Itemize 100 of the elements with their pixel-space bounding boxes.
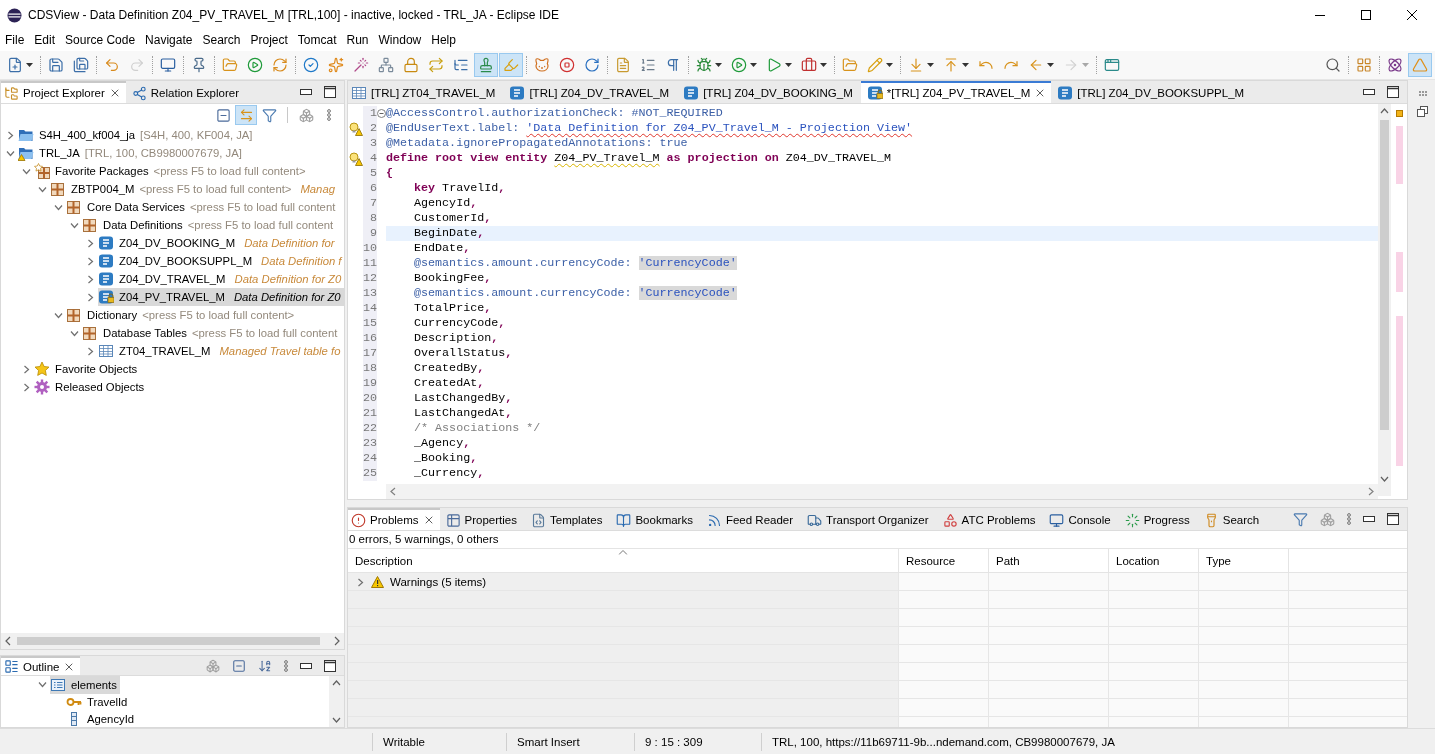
chevron-right-icon[interactable] — [21, 364, 31, 374]
dropdown-caret-icon[interactable] — [785, 63, 792, 67]
maximize-icon[interactable] — [324, 86, 336, 98]
tab[interactable]: Transport Organizer — [801, 508, 937, 530]
minimize-icon[interactable] — [300, 89, 312, 95]
tree-item[interactable]: TravelId — [66, 692, 131, 711]
tab[interactable]: *[TRL] Z04_PV_TRAVEL_M — [860, 81, 1052, 103]
tree-item[interactable]: Core Data Services <press F5 to load full content — [66, 198, 339, 216]
dropdown-caret-icon[interactable] — [715, 63, 722, 67]
tree-item[interactable]: Z04_DV_BOOKING_M Data Definition for — [98, 234, 338, 252]
menu-item[interactable]: Navigate — [140, 30, 198, 51]
tree-item[interactable]: Favorite Objects — [34, 360, 141, 378]
dropdown-caret-icon[interactable] — [886, 63, 893, 67]
dropdown-caret-icon[interactable] — [820, 63, 827, 67]
chevron-right-icon[interactable] — [85, 274, 95, 284]
tab[interactable]: Problems — [348, 508, 440, 530]
chevron-right-icon[interactable] — [85, 292, 95, 302]
menu-item[interactable]: Search — [197, 30, 246, 51]
chevron-right-icon[interactable] — [356, 577, 365, 587]
chevron-right-icon[interactable] — [85, 346, 95, 356]
menu-item[interactable]: Edit — [29, 30, 61, 51]
tree-item[interactable]: Database Tables <press F5 to load full content — [82, 324, 341, 342]
menu-item[interactable]: Tomcat — [292, 30, 342, 51]
tab[interactable]: Project Explorer — [1, 81, 126, 103]
tree-item[interactable]: ZT04_TRAVEL_M Managed Travel table fo — [98, 342, 344, 360]
tree-item[interactable]: Favorite Packages <press F5 to load full content> — [34, 162, 309, 180]
chevron-down-icon[interactable] — [37, 184, 47, 194]
tab[interactable]: ATC Problems — [936, 508, 1044, 530]
chevron-right-icon[interactable] — [21, 382, 31, 392]
horizontal-scrollbar[interactable] — [1, 633, 344, 649]
chevron-right-icon[interactable] — [5, 130, 15, 140]
tree-item[interactable]: Dictionary <press F5 to load full content> — [66, 306, 298, 324]
tree-item[interactable]: Z04_DV_TRAVEL_M Data Definition for Z0 — [98, 270, 344, 288]
bulb-warning-icon[interactable] — [348, 151, 363, 166]
minimize-icon[interactable] — [300, 662, 312, 669]
marker-square-icon[interactable] — [1395, 110, 1403, 117]
chevron-down-icon[interactable] — [37, 680, 47, 689]
column-header[interactable]: Description — [348, 549, 899, 572]
column-header[interactable]: Location — [1109, 549, 1199, 572]
menu-item[interactable]: Project — [245, 30, 293, 51]
menu-item[interactable]: File — [0, 30, 30, 51]
tab[interactable]: Progress — [1118, 508, 1198, 530]
more-menu-icon[interactable] — [1347, 513, 1351, 525]
sort-az-icon[interactable] — [258, 658, 272, 673]
maximize-icon[interactable] — [1387, 86, 1399, 98]
tree-item[interactable]: elements — [50, 676, 120, 694]
dropdown-caret-icon[interactable] — [750, 63, 757, 67]
column-header[interactable]: Path — [989, 549, 1109, 572]
tab[interactable]: Outline — [1, 656, 81, 675]
menu-item[interactable]: Help — [426, 30, 461, 51]
chevron-down-icon[interactable] — [53, 310, 63, 320]
collapse-icon[interactable] — [377, 109, 386, 118]
chevron-down-icon[interactable] — [21, 166, 31, 176]
collapse-all-icon[interactable] — [232, 658, 246, 673]
chevron-down-icon[interactable] — [53, 202, 63, 212]
tree-item[interactable]: Z04_PV_TRAVEL_M Data Definition for Z0 — [98, 288, 344, 306]
tab[interactable]: Search — [1197, 508, 1268, 530]
tab[interactable]: [TRL] Z04_DV_BOOKSUPPL_M — [1051, 81, 1253, 103]
menu-item[interactable]: Window — [373, 30, 427, 51]
chevron-right-icon[interactable] — [85, 256, 95, 266]
tree-item[interactable]: AgencyId — [66, 709, 138, 727]
tree-item[interactable]: Z04_DV_BOOKSUPPL_M Data Definition f — [98, 252, 344, 270]
horizontal-scrollbar[interactable] — [386, 484, 1378, 499]
tab[interactable]: [TRL] ZT04_TRAVEL_M — [348, 81, 504, 103]
chevron-down-icon[interactable] — [5, 148, 15, 158]
menu-item[interactable]: Run — [341, 30, 374, 51]
tab[interactable]: Feed Reader — [700, 508, 802, 530]
dropdown-caret-icon[interactable] — [26, 63, 33, 67]
column-header[interactable]: Type — [1199, 549, 1289, 572]
toolbar-button[interactable] — [474, 53, 498, 77]
dropdown-caret-icon[interactable] — [962, 63, 969, 67]
maximize-icon[interactable] — [324, 659, 336, 672]
tab[interactable]: Bookmarks — [610, 508, 701, 530]
tab[interactable]: Templates — [525, 508, 611, 530]
grip-icon[interactable] — [1418, 91, 1427, 96]
tree-item[interactable]: Data Definitions <press F5 to load full content — [82, 216, 337, 234]
minimize-icon[interactable] — [1363, 516, 1375, 522]
tab[interactable]: Console — [1043, 508, 1119, 530]
more-menu-icon[interactable] — [284, 659, 288, 672]
dropdown-caret-icon[interactable] — [1047, 63, 1054, 67]
chevron-down-icon[interactable] — [69, 220, 79, 230]
tree-item[interactable]: TRL_JA [TRL, 100, CB9980007679, JA] — [18, 144, 245, 162]
tab[interactable]: [TRL] Z04_DV_TRAVEL_M — [503, 81, 678, 103]
minimize-icon[interactable] — [1363, 89, 1375, 95]
bulb-warning-icon[interactable] — [348, 121, 363, 136]
vertical-scrollbar[interactable] — [1378, 104, 1391, 496]
chevron-right-icon[interactable] — [85, 238, 95, 248]
menu-item[interactable]: Source Code — [60, 30, 141, 51]
tree-item[interactable]: Released Objects — [34, 378, 148, 396]
column-header[interactable]: Resource — [899, 549, 989, 572]
tab[interactable]: [TRL] Z04_DV_BOOKING_M — [677, 81, 861, 103]
restore-icon[interactable] — [1417, 106, 1428, 117]
maximize-icon[interactable] — [1387, 513, 1399, 525]
problem-group-label[interactable]: Warnings (5 items) — [390, 576, 487, 588]
tree-item[interactable]: ZBTP004_M <press F5 to load full content> Manag — [50, 180, 338, 198]
tab[interactable]: Properties — [439, 508, 525, 530]
chevron-down-icon[interactable] — [69, 328, 79, 338]
dropdown-caret-icon[interactable] — [927, 63, 934, 67]
filter-icon[interactable] — [1293, 511, 1308, 527]
vertical-scrollbar[interactable] — [329, 676, 344, 727]
